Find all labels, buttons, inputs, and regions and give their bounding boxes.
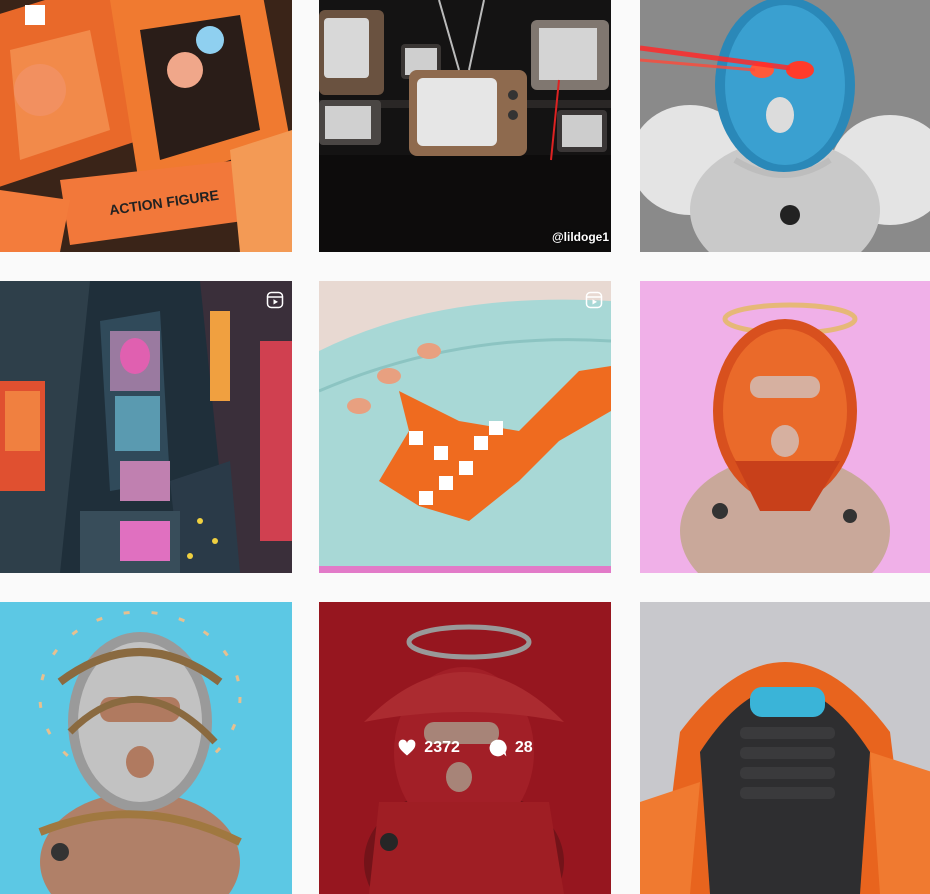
post-tile-blue-mask-laser[interactable] xyxy=(640,0,930,252)
post-image xyxy=(640,602,930,894)
post-grid: ACTION FIGURE @lildoge1 2372 28 xyxy=(0,0,930,894)
watermark-text: @lildoge1 xyxy=(551,230,609,244)
hover-overlay[interactable]: 2372 28 xyxy=(319,602,611,894)
post-image xyxy=(319,281,611,573)
post-tile-times-square[interactable] xyxy=(0,281,292,573)
post-tile-orange-hoodie[interactable] xyxy=(640,602,930,894)
comment-icon xyxy=(489,739,507,757)
likes-count: 2372 xyxy=(424,739,460,756)
post-tile-orange-mask-halo[interactable] xyxy=(640,281,930,573)
reel-icon xyxy=(585,291,603,309)
post-image xyxy=(640,0,930,252)
post-tile-gray-mask-thorns[interactable] xyxy=(0,602,292,894)
likes-stat: 2372 xyxy=(397,738,460,758)
comments-count: 28 xyxy=(514,739,533,756)
post-image xyxy=(0,281,292,573)
post-tile-tv-wall[interactable]: @lildoge1 xyxy=(319,0,611,252)
post-tile-red-bucket-hat[interactable]: 2372 28 xyxy=(319,602,611,894)
heart-icon xyxy=(398,739,416,756)
comments-stat: 28 xyxy=(488,738,533,758)
post-tile-sneaker-closeup[interactable] xyxy=(319,281,611,573)
post-image xyxy=(640,281,930,573)
reel-icon xyxy=(266,291,284,309)
post-image xyxy=(0,602,292,894)
post-image: ACTION FIGURE xyxy=(0,0,292,252)
post-tile-box-toys[interactable]: ACTION FIGURE xyxy=(0,0,292,252)
post-image xyxy=(319,0,611,252)
